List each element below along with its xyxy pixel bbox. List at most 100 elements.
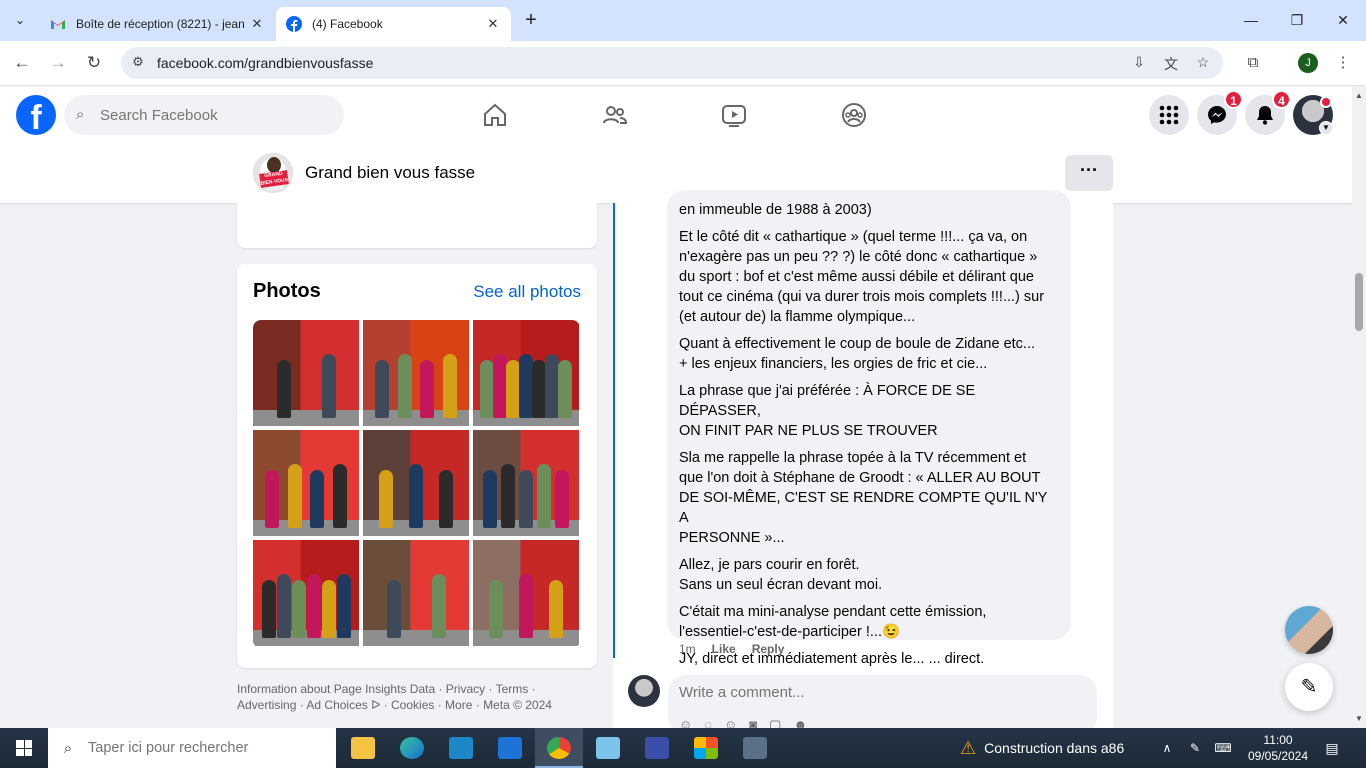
chevron-up-icon[interactable]: ∧ [1158,740,1176,756]
contact-chat-avatar[interactable] [1285,606,1333,654]
calculator-icon[interactable] [731,728,779,768]
notification-center-icon[interactable]: ▤ [1322,738,1342,758]
close-tab-icon[interactable]: ✕ [485,16,501,32]
comment-actions: 1m Like Reply [679,642,784,656]
ad-choices-icon: ᐅ [371,698,381,712]
new-message-compose-icon[interactable]: ✎ [1285,663,1333,711]
footer-link[interactable]: Privacy [446,682,485,696]
file-explorer-icon[interactable] [339,728,387,768]
video-icon[interactable] [720,101,748,129]
photo-thumbnail[interactable] [363,540,469,646]
footer-link[interactable]: Terms [496,682,529,696]
comment-paragraph: Allez, je pars courir en forêt. Sans un … [679,557,883,593]
comment-paragraph: Sla me rappelle la phrase topée à la TV … [679,450,1048,546]
photo-thumbnail[interactable] [253,540,359,646]
pen-icon[interactable]: ✎ [1186,740,1204,756]
translate-icon[interactable]: 文 [1161,54,1181,72]
taskbar-clock[interactable]: 11:00 09/05/2024 [1238,732,1318,764]
chevron-down-icon[interactable]: ▼ [1319,121,1333,135]
like-button[interactable]: Like [712,642,736,656]
taskbar-search-input[interactable] [88,740,318,756]
comment-time[interactable]: 1m [679,642,696,656]
friends-icon[interactable] [601,101,629,129]
outlook-icon[interactable] [633,728,681,768]
taskbar-search[interactable]: ⌕ [48,728,336,768]
photo-thumbnail[interactable] [473,320,579,426]
comment-paragraph: C'était ma mini-analyse pendant cette ém… [679,604,987,640]
scroll-down-icon[interactable]: ▼ [1352,712,1366,726]
notifications-bell-icon[interactable]: 4 [1245,90,1291,135]
extensions-icon[interactable]: ⧉ [1242,52,1264,74]
start-button[interactable] [0,728,48,768]
more-options-button[interactable]: ··· [1065,155,1113,191]
scroll-up-icon[interactable]: ▲ [1352,89,1366,103]
windows-logo-icon [16,740,32,756]
facebook-search[interactable]: ⌕ [64,95,344,135]
clock-time: 11:00 [1263,733,1293,747]
see-all-photos-link[interactable]: See all photos [473,282,581,302]
close-tab-icon[interactable]: ✕ [249,16,265,32]
tab-facebook[interactable]: (4) Facebook ✕ [276,7,511,41]
site-info-icon[interactable]: ⚙ [129,54,147,72]
weather-widget[interactable]: ⚠ Construction dans a86 [960,728,1124,768]
footer-link[interactable]: More [445,698,472,712]
messenger-icon[interactable]: 1 [1197,90,1243,135]
gmail-icon [50,16,66,32]
tab-search-chevron-icon[interactable]: ⌄ [8,8,32,32]
url-text[interactable]: facebook.com/grandbienvousfasse [157,55,373,71]
clock-date: 09/05/2024 [1247,749,1309,763]
page-scrollbar[interactable]: ▲ ▼ [1352,87,1366,728]
chrome-icon[interactable] [535,728,583,768]
forward-icon[interactable]: → [46,51,70,75]
photos-card: Photos See all photos [237,264,597,668]
bookmark-star-icon[interactable]: ☆ [1193,54,1213,72]
back-icon[interactable]: ← [10,51,34,75]
tab-title: Boîte de réception (8221) - jean [76,17,245,31]
restore-icon[interactable]: ❐ [1285,8,1309,32]
page-avatar[interactable]: GRAND BIEN VOUS FASSE [253,153,293,193]
photo-thumbnail[interactable] [473,430,579,536]
keyboard-icon[interactable]: ⌨ [1214,740,1232,756]
tab-gmail[interactable]: Boîte de réception (8221) - jean ✕ [40,7,275,41]
close-window-icon[interactable]: ✕ [1331,8,1355,32]
minimize-icon[interactable]: — [1239,8,1263,32]
groups-icon[interactable] [840,101,868,129]
footer-link[interactable]: Information about Page Insights Data [237,682,435,696]
reply-button[interactable]: Reply [752,642,785,656]
comment-bubble: en immeuble de 1988 à 2003) Et le côté d… [667,190,1071,667]
app-icon[interactable] [437,728,485,768]
address-bar[interactable]: ⚙ facebook.com/grandbienvousfasse ⇩ 文 ☆ [121,47,1223,79]
photo-thumbnail[interactable] [363,430,469,536]
home-icon[interactable] [481,101,509,129]
photo-thumbnail[interactable] [473,540,579,646]
edge-icon[interactable] [388,728,436,768]
scroll-thumb[interactable] [1355,273,1363,331]
comment-paragraph: La phrase que j'ai préférée : À FORCE DE… [679,383,976,439]
photos-heading: Photos [253,280,321,302]
search-icon: ⌕ [76,106,85,123]
reload-icon[interactable]: ↻ [82,51,106,75]
notes-icon[interactable] [584,728,632,768]
install-app-icon[interactable]: ⇩ [1129,54,1149,72]
menu-grid-icon[interactable] [1149,95,1189,135]
footer-link[interactable]: Advertising [237,698,296,712]
mail-icon[interactable] [486,728,534,768]
photo-thumbnail[interactable] [363,320,469,426]
footer-link[interactable]: Ad Choices [306,698,367,712]
profile-avatar[interactable]: J [1298,53,1318,73]
store-icon[interactable] [682,728,730,768]
comment-input[interactable] [679,684,1079,701]
footer-copyright: Meta © 2024 [483,698,552,712]
write-comment-box[interactable]: ☺ ◌ ☺ ◙ ▢ ☻ [668,675,1097,735]
search-icon: ⌕ [63,739,73,757]
footer-link[interactable]: Cookies [391,698,434,712]
facebook-logo-icon[interactable]: f [16,95,56,135]
windows-taskbar: ⌕ ⚠ Construction dans a86 ∧ ✎ ⌨ 11:00 09… [0,728,1366,768]
page-title[interactable]: Grand bien vous fasse [305,163,475,183]
photo-thumbnail[interactable] [253,320,359,426]
chrome-menu-icon[interactable]: ⋮ [1332,52,1354,74]
photo-thumbnail[interactable] [253,430,359,536]
search-input[interactable] [100,105,330,125]
commenter-avatar[interactable] [628,675,660,707]
new-tab-button[interactable]: + [520,9,542,31]
